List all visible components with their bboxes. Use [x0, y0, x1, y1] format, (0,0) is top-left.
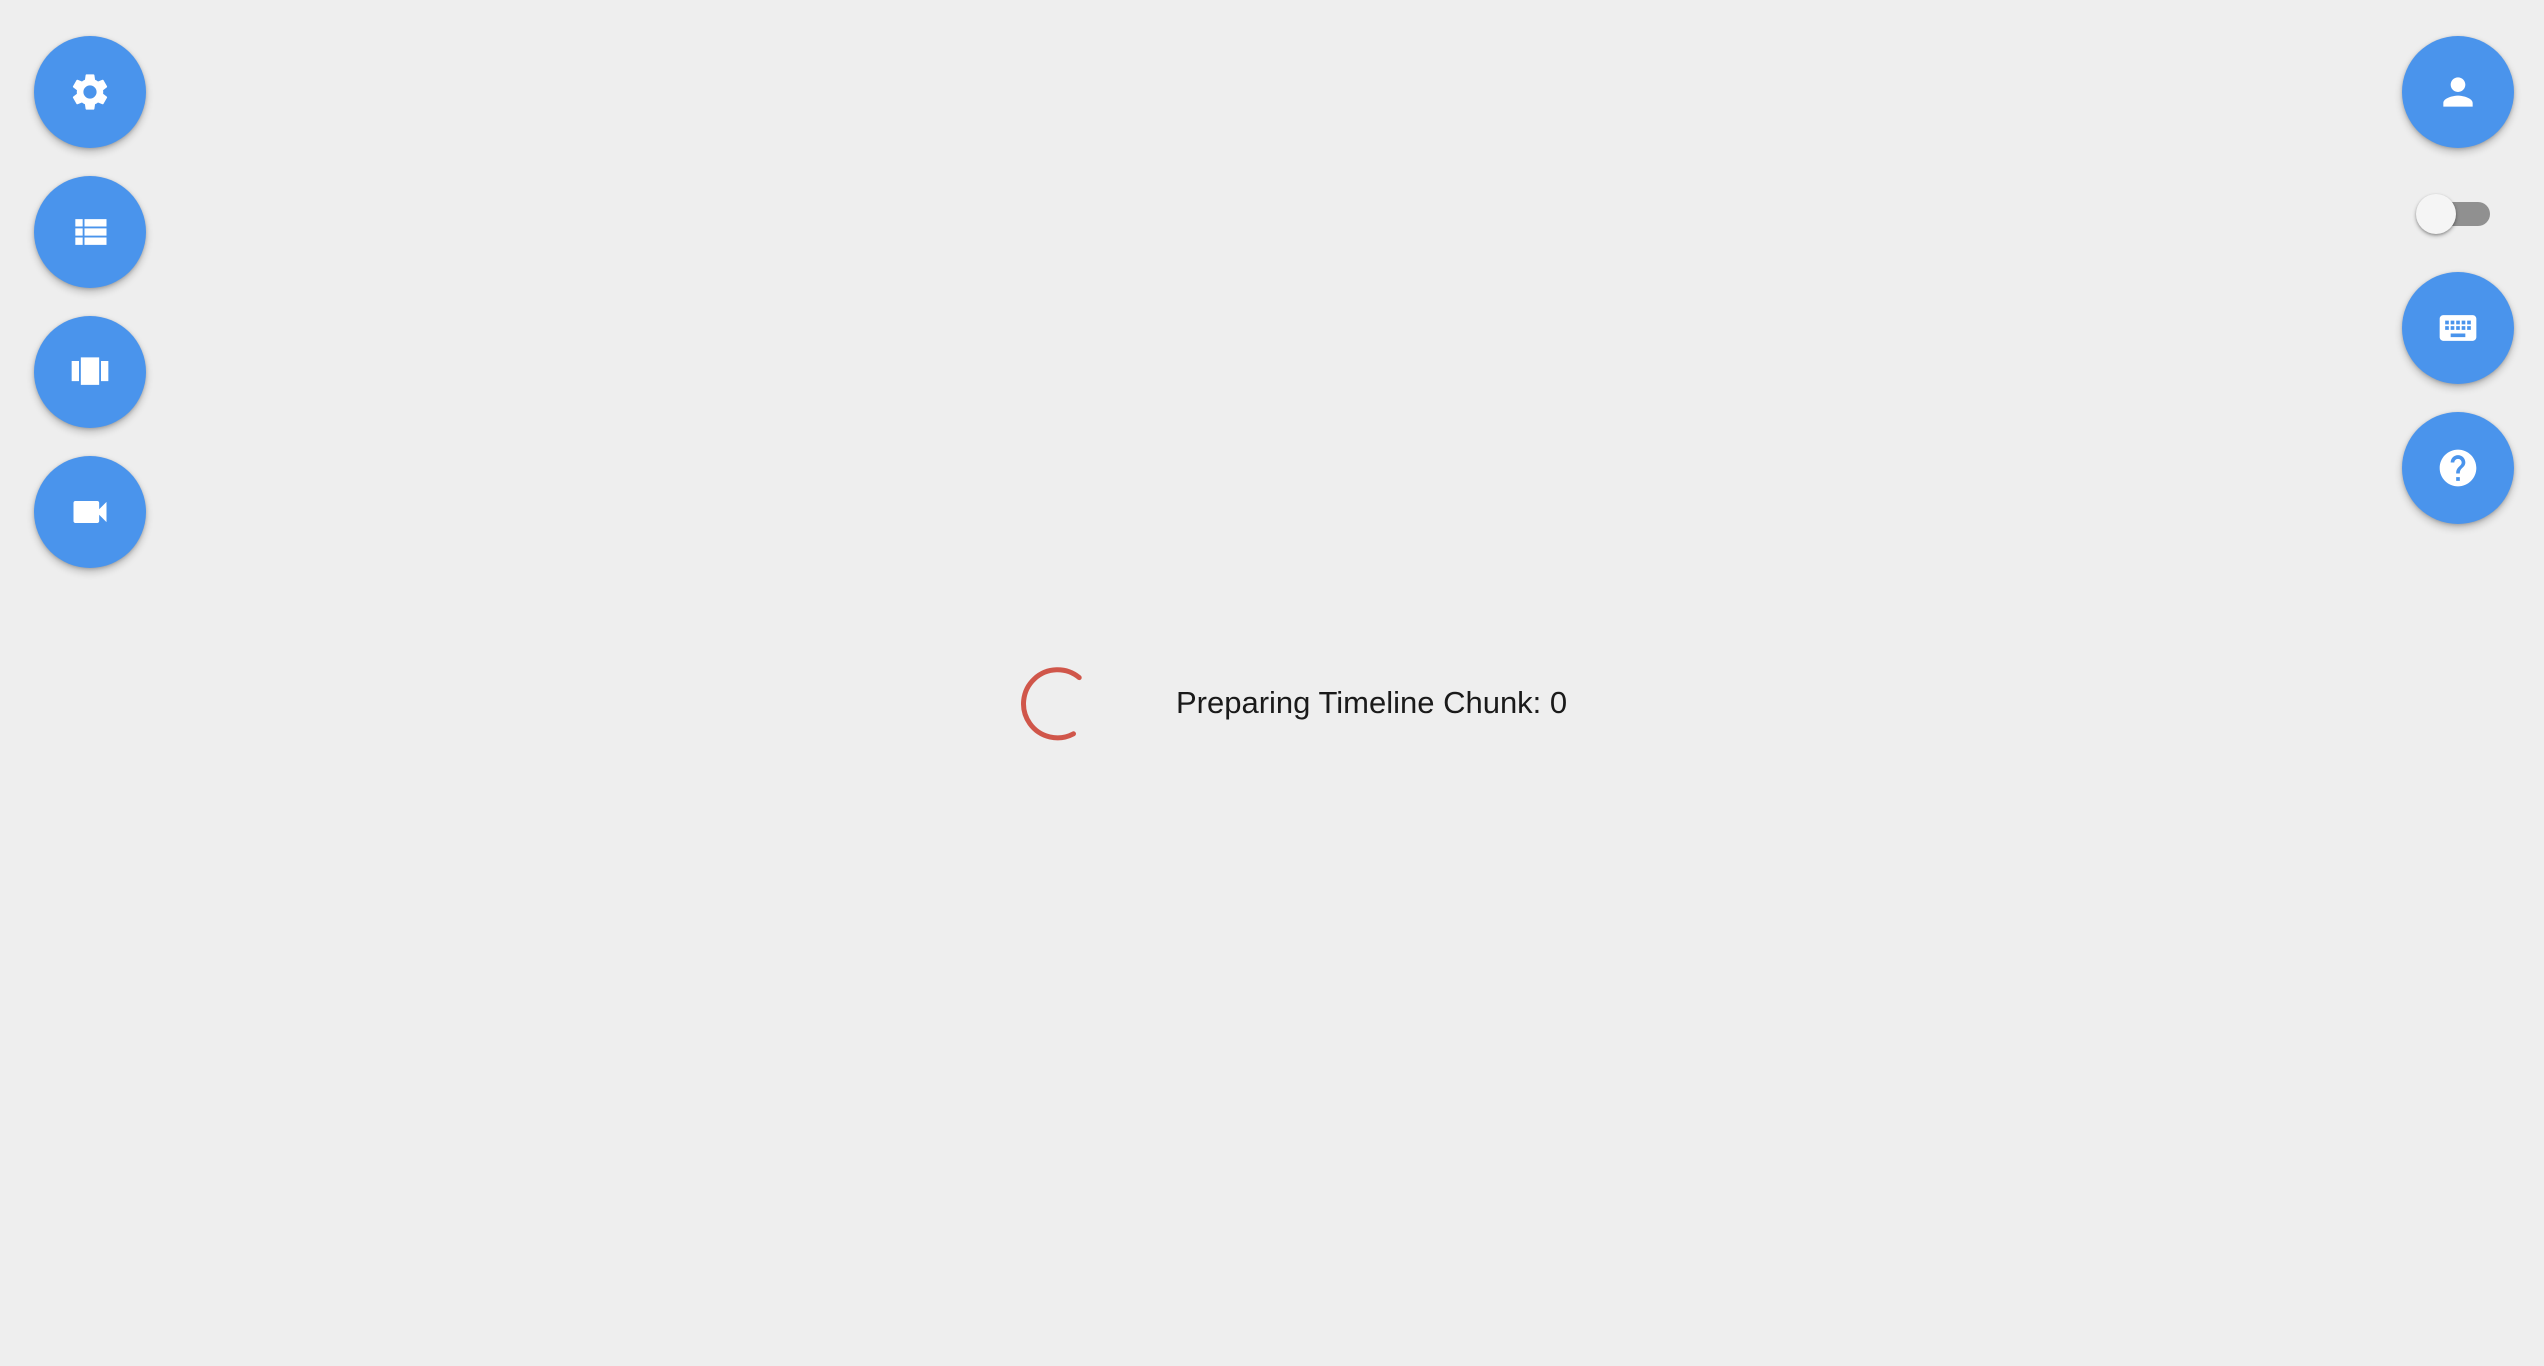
toggle-thumb[interactable]	[2416, 194, 2456, 234]
loading-status-text: Preparing Timeline Chunk: 0	[1176, 685, 1568, 720]
keyboard-icon	[2436, 306, 2480, 350]
help-icon	[2436, 446, 2480, 490]
gear-icon	[68, 70, 112, 114]
account-button[interactable]	[2402, 36, 2514, 148]
video-camera-icon	[68, 490, 112, 534]
carousel-icon	[68, 350, 112, 394]
loading-status: Preparing Timeline Chunk: 0	[1020, 664, 1567, 742]
loading-spinner-icon	[1021, 667, 1082, 741]
video-button[interactable]	[34, 456, 146, 568]
list-view-button[interactable]	[34, 176, 146, 288]
app-root: Preparing Timeline Chunk: 0	[0, 0, 2544, 1366]
help-button[interactable]	[2402, 412, 2514, 524]
settings-button[interactable]	[34, 36, 146, 148]
carousel-view-button[interactable]	[34, 316, 146, 428]
keyboard-shortcuts-button[interactable]	[2402, 272, 2514, 384]
person-icon	[2436, 70, 2480, 114]
list-icon	[68, 210, 112, 254]
mode-toggle[interactable]	[2416, 194, 2496, 234]
